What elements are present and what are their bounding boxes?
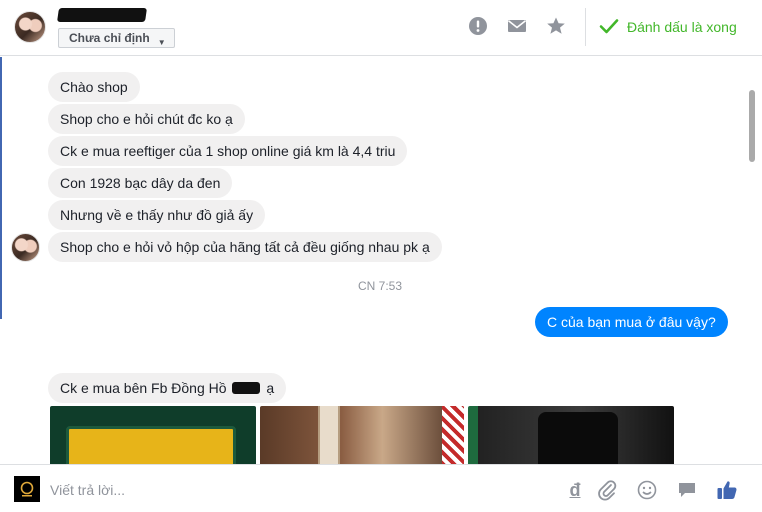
sticker-icon[interactable] (676, 479, 698, 501)
message-text: Ck e mua bên Fb Đồng Hồ (60, 380, 227, 396)
page-logo (14, 476, 40, 502)
incoming-message[interactable]: Shop cho e hỏi chút đc ko ạ (48, 104, 245, 134)
mark-done-label: Đánh dấu là xong (627, 19, 737, 35)
assign-label: Chưa chỉ định (69, 31, 150, 45)
like-icon[interactable] (716, 479, 738, 501)
photo-attachment[interactable] (468, 406, 674, 464)
mail-icon[interactable] (505, 14, 529, 38)
conversation-header: Chưa chỉ định ▼ Đánh dấu là xong (0, 0, 762, 56)
sender-avatar[interactable] (11, 233, 40, 262)
caret-down-icon: ▼ (157, 38, 166, 47)
outgoing-message[interactable]: C của bạn mua ở đâu vậy? (535, 307, 728, 337)
currency-icon[interactable]: đ (564, 479, 586, 501)
incoming-message[interactable]: Con 1928 bạc dây da đen (48, 168, 233, 198)
photo-attachment[interactable] (260, 406, 464, 464)
reply-input[interactable] (50, 480, 530, 500)
star-icon[interactable] (544, 14, 568, 38)
scrollbar[interactable] (745, 57, 759, 464)
mark-done-button[interactable]: Đánh dấu là xong (599, 14, 737, 40)
header-divider (585, 8, 586, 46)
redacted-customer-name (57, 8, 147, 22)
photo-attachment[interactable] (50, 406, 256, 464)
emoji-icon[interactable] (636, 479, 658, 501)
message-thread[interactable]: Chào shop Shop cho e hỏi chút đc ko ạ Ck… (0, 57, 762, 464)
incoming-message[interactable]: Shop cho e hỏi vỏ hộp của hãng tất cả đề… (48, 232, 442, 262)
alert-icon[interactable] (466, 14, 490, 38)
assign-dropdown[interactable]: Chưa chỉ định ▼ (58, 28, 175, 48)
incoming-message[interactable]: Nhưng về e thấy như đồ giả ấy (48, 200, 266, 230)
scrollbar-thumb[interactable] (749, 90, 755, 162)
incoming-message[interactable]: Ck e mua reeftiger của 1 shop online giá… (48, 136, 408, 166)
incoming-message[interactable]: Chào shop (48, 72, 140, 102)
reply-composer: đ (0, 464, 762, 512)
customer-avatar[interactable] (14, 11, 46, 43)
redacted-text (232, 382, 261, 394)
incoming-message[interactable]: Ck e mua bên Fb Đồng Hồ ạ (48, 373, 287, 403)
message-timestamp: CN 7:53 (357, 279, 403, 293)
attachment-icon[interactable] (596, 479, 618, 501)
message-text: ạ (266, 380, 275, 396)
checkmark-icon (599, 18, 619, 37)
